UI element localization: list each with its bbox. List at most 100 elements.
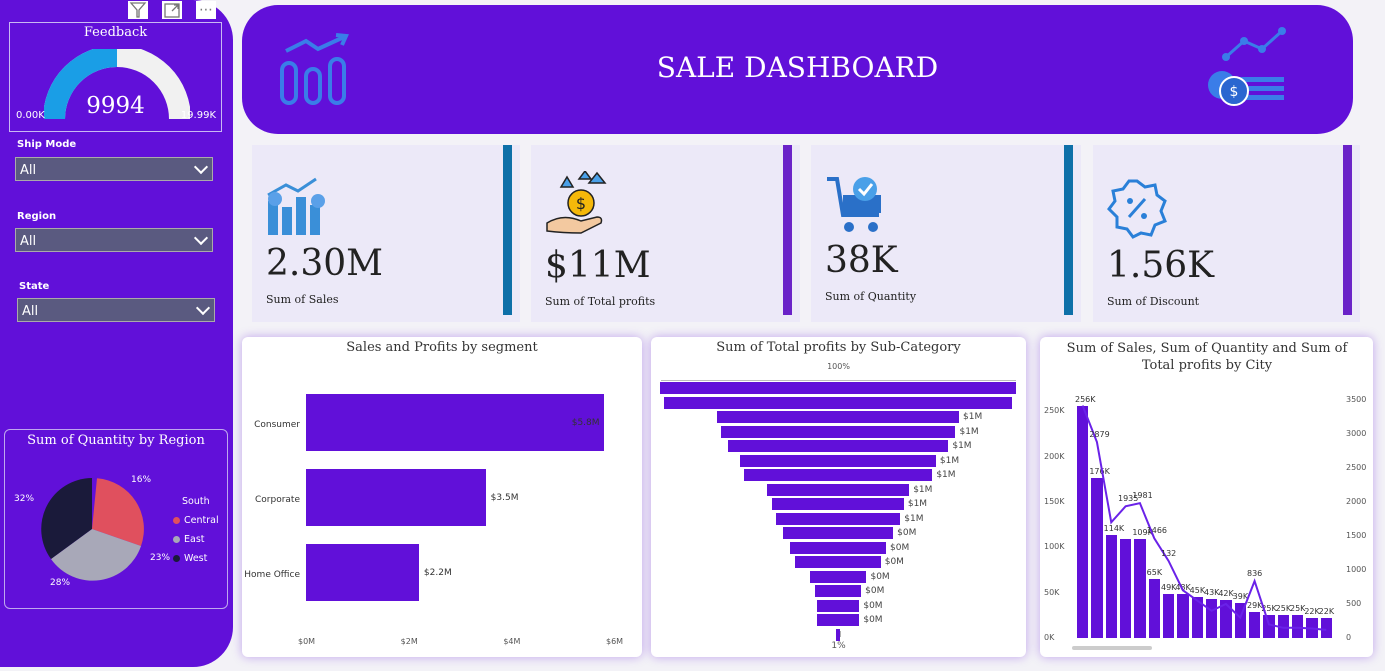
kpi-label: Sum of Quantity <box>825 290 917 303</box>
kpi-label: Sum of Discount <box>1107 295 1200 308</box>
state-value: All <box>22 304 39 319</box>
funnel-bar <box>716 411 960 423</box>
dashboard-title: SALE DASHBOARD <box>656 51 939 84</box>
profits-subcategory-funnel[interactable]: Sum of Total profits by Sub-Category 100… <box>651 337 1026 657</box>
funnel-data-label: $0M <box>884 557 904 567</box>
funnel-bar <box>663 396 1013 409</box>
funnel-bar <box>720 425 956 438</box>
kpi-label: Sum of Total profits <box>545 295 656 308</box>
city-line-label: 836 <box>1247 569 1263 579</box>
legend-south[interactable]: South <box>182 496 210 507</box>
segment-data-label: $3.5M <box>490 493 519 503</box>
funnel-bar <box>782 527 894 539</box>
sales-growth-icon <box>267 177 325 235</box>
kpi-label: Sum of Sales <box>266 293 339 306</box>
funnel-bar <box>814 585 862 597</box>
kpi-accent-bar <box>503 145 512 315</box>
svg-text:$: $ <box>1230 84 1239 100</box>
funnel-top-rule <box>661 373 1016 381</box>
sales-quantity-profits-city-chart[interactable]: Sum of Sales, Sum of Quantity and Sum of… <box>1040 337 1373 657</box>
x-axis-tick: $2M <box>400 637 418 646</box>
kpi-value: 38K <box>825 240 898 281</box>
segment-bar <box>306 469 486 526</box>
profit-hand-icon: $ <box>546 171 607 234</box>
legend-central[interactable]: Central <box>173 515 219 526</box>
ship-mode-dropdown[interactable]: All <box>15 157 213 181</box>
dashboard-header: SALE DASHBOARD $ <box>242 5 1353 134</box>
filter-icon[interactable] <box>128 1 148 19</box>
funnel-bar <box>766 483 910 496</box>
chart-title: Sales and Profits by segment <box>346 340 538 355</box>
sales-profits-segment-chart[interactable]: Sales and Profits by segment Consumer $5.… <box>242 337 642 657</box>
funnel-bottom-label: 1% <box>831 641 846 651</box>
funnel-bar <box>816 614 860 626</box>
kpi-card-sales[interactable]: 2.30M Sum of Sales <box>252 145 520 322</box>
city-line-label: 132 <box>1161 548 1177 558</box>
pie-label-32: 32% <box>14 494 35 504</box>
quantity-pie-chart <box>41 477 144 581</box>
pie-label-23: 23% <box>150 553 171 563</box>
quantity-line <box>1081 405 1327 631</box>
feedback-title: Feedback <box>83 25 148 40</box>
filter-sidebar: Feedback 9994 0.00K 19.99K Ship Mode All… <box>0 0 233 667</box>
funnel-bar <box>816 599 860 612</box>
ship-mode-label: Ship Mode <box>17 139 77 150</box>
segment-bar <box>306 544 419 601</box>
quantity-line-layer <box>1081 405 1327 631</box>
legend-west[interactable]: West <box>173 553 207 564</box>
x-axis-tick: $4M <box>503 637 521 646</box>
chevron-down-icon <box>193 159 209 175</box>
segment-data-label: $5.8M <box>571 418 600 428</box>
focus-mode-icon[interactable] <box>162 1 182 19</box>
funnel-data-label: $1M <box>936 470 956 480</box>
chevron-down-icon <box>193 230 209 246</box>
chart-title: Sum of Total profits by Sub-Category <box>716 340 961 355</box>
city-line-label: 2879 <box>1089 430 1110 440</box>
legend-dot <box>173 517 180 524</box>
kpi-value: $11M <box>545 245 651 286</box>
kpi-card-discount[interactable]: 1.56K Sum of Discount <box>1093 145 1360 322</box>
kpi-card-profits[interactable]: $ $11M Sum of Total profits <box>531 145 800 322</box>
kpi-accent-bar <box>1343 145 1352 315</box>
funnel-data-label: $0M <box>863 600 883 611</box>
region-label: Region <box>17 211 57 222</box>
quantity-by-region-card: Sum of Quantity by Region 16% 32% 23% 28… <box>4 429 228 609</box>
cart-check-icon <box>827 177 881 232</box>
funnel-data-label: $1M <box>907 499 928 509</box>
coins-growth-icon: $ <box>1208 27 1286 106</box>
segment-label: Corporate <box>255 495 300 505</box>
segment-label: Home Office <box>244 570 300 580</box>
funnel-bar <box>809 570 867 583</box>
state-dropdown[interactable]: All <box>17 298 215 322</box>
feedback-gauge-card: Feedback 9994 0.00K 19.99K <box>9 22 222 132</box>
legend-east[interactable]: East <box>173 534 205 545</box>
chevron-down-icon <box>195 300 211 316</box>
kpi-card-quantity[interactable]: 38K Sum of Quantity <box>811 145 1081 322</box>
gauge-min-label: 0.00K <box>16 110 45 121</box>
funnel-data-label: $1M <box>952 441 972 451</box>
state-label: State <box>19 281 50 292</box>
legend-dot <box>173 536 180 543</box>
pie-chart-title: Sum of Quantity by Region <box>27 433 205 448</box>
region-value: All <box>20 234 37 249</box>
region-dropdown[interactable]: All <box>15 228 213 252</box>
discount-badge-icon <box>1107 179 1167 239</box>
ship-mode-value: All <box>20 163 37 178</box>
kpi-accent-bar <box>1064 145 1073 315</box>
funnel-bar <box>740 454 936 467</box>
funnel-bar <box>660 382 1016 394</box>
funnel-data-label: $1M <box>963 412 983 422</box>
more-options-icon[interactable]: ⋯ <box>196 1 216 19</box>
funnel-data-label: $0M <box>865 586 885 596</box>
segment-label: Consumer <box>254 420 300 430</box>
funnel-bar <box>743 469 933 481</box>
funnel-data-label: $1M <box>939 455 960 466</box>
visual-header-toolbar: ⋯ <box>124 0 224 20</box>
pie-label-16: 16% <box>131 475 152 485</box>
funnel-bar <box>789 541 887 554</box>
gauge-max-label: 19.99K <box>180 110 216 121</box>
funnel-data-label: $1M <box>959 426 979 437</box>
funnel-data-label: $0M <box>897 528 917 538</box>
city-line-label: 1466 <box>1146 526 1168 536</box>
funnel-data-label: $0M <box>870 571 890 582</box>
